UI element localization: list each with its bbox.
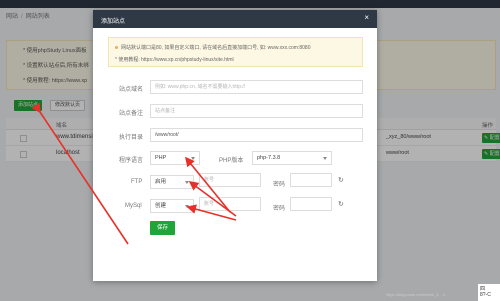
refresh-icon[interactable]: ↻: [338, 200, 344, 208]
remark-input[interactable]: 站点备注: [150, 104, 363, 118]
ftp-password-label: 密码: [273, 182, 286, 188]
php-version-select[interactable]: php-7.3.8: [252, 151, 332, 165]
remark-label: 站点备注: [119, 111, 144, 117]
mysql-password-label: 密码: [273, 206, 286, 212]
php-version-label: PHP版本: [219, 158, 244, 164]
dialog-header: 添加站点 ×: [93, 10, 377, 28]
ftp-select[interactable]: 启用: [150, 175, 194, 189]
chevron-down-icon: [185, 181, 189, 184]
php-version-value: php-7.3.8: [257, 155, 281, 161]
refresh-icon[interactable]: ↻: [338, 176, 344, 184]
mysql-account-input[interactable]: 账号: [199, 197, 261, 211]
ftp-account-input[interactable]: 账号: [199, 173, 261, 187]
chevron-down-icon: [323, 157, 327, 160]
floating-dock[interactable]: 四 8?-C: [478, 284, 500, 301]
dialog-tips: 网站默认端口是80, 如果自定义端口, 请在域名后直接加端口号, 如: www.…: [108, 37, 363, 67]
watermark: https://blog.csdn.net/weixin_4... 4: [386, 292, 446, 297]
chevron-down-icon: [185, 205, 189, 208]
mysql-select[interactable]: 创建: [150, 199, 194, 213]
directory-input[interactable]: /www/root/: [150, 128, 363, 142]
mysql-label: MySql: [125, 203, 142, 209]
language-value: PHP: [155, 155, 167, 161]
tip-port-text: 网站默认端口是80, 如果自定义端口, 请在域名后直接加端口号, 如: www.…: [121, 45, 311, 51]
ftp-value: 启用: [155, 179, 167, 185]
dock-line: 8?-C: [480, 292, 491, 298]
directory-label: 执行目录: [119, 135, 144, 141]
ftp-password-input[interactable]: [290, 173, 332, 187]
save-button[interactable]: 保存: [150, 221, 175, 235]
dialog-title: 添加站点: [101, 19, 126, 25]
domain-input[interactable]: 例如: www.php.cn, 域名不需要输入http://: [150, 80, 363, 94]
bullet-icon: [115, 46, 118, 50]
tip-tutorial-text: * 使用教程: https://www.xp.cn/phpstudy-linux…: [115, 57, 234, 63]
language-select[interactable]: PHP: [150, 151, 200, 165]
mysql-password-input[interactable]: [290, 197, 332, 211]
add-site-dialog: 添加站点 × 网站默认端口是80, 如果自定义端口, 请在域名后直接加端口号, …: [93, 10, 377, 281]
ftp-label: FTP: [131, 179, 143, 185]
domain-label: 站点域名: [119, 87, 144, 93]
close-icon[interactable]: ×: [364, 14, 369, 22]
mysql-value: 创建: [155, 203, 167, 209]
chevron-down-icon: [191, 157, 195, 160]
tip-line: 网站默认端口是80, 如果自定义端口, 请在域名后直接加端口号, 如: www.…: [115, 44, 310, 51]
language-label: 程序语言: [119, 158, 144, 164]
